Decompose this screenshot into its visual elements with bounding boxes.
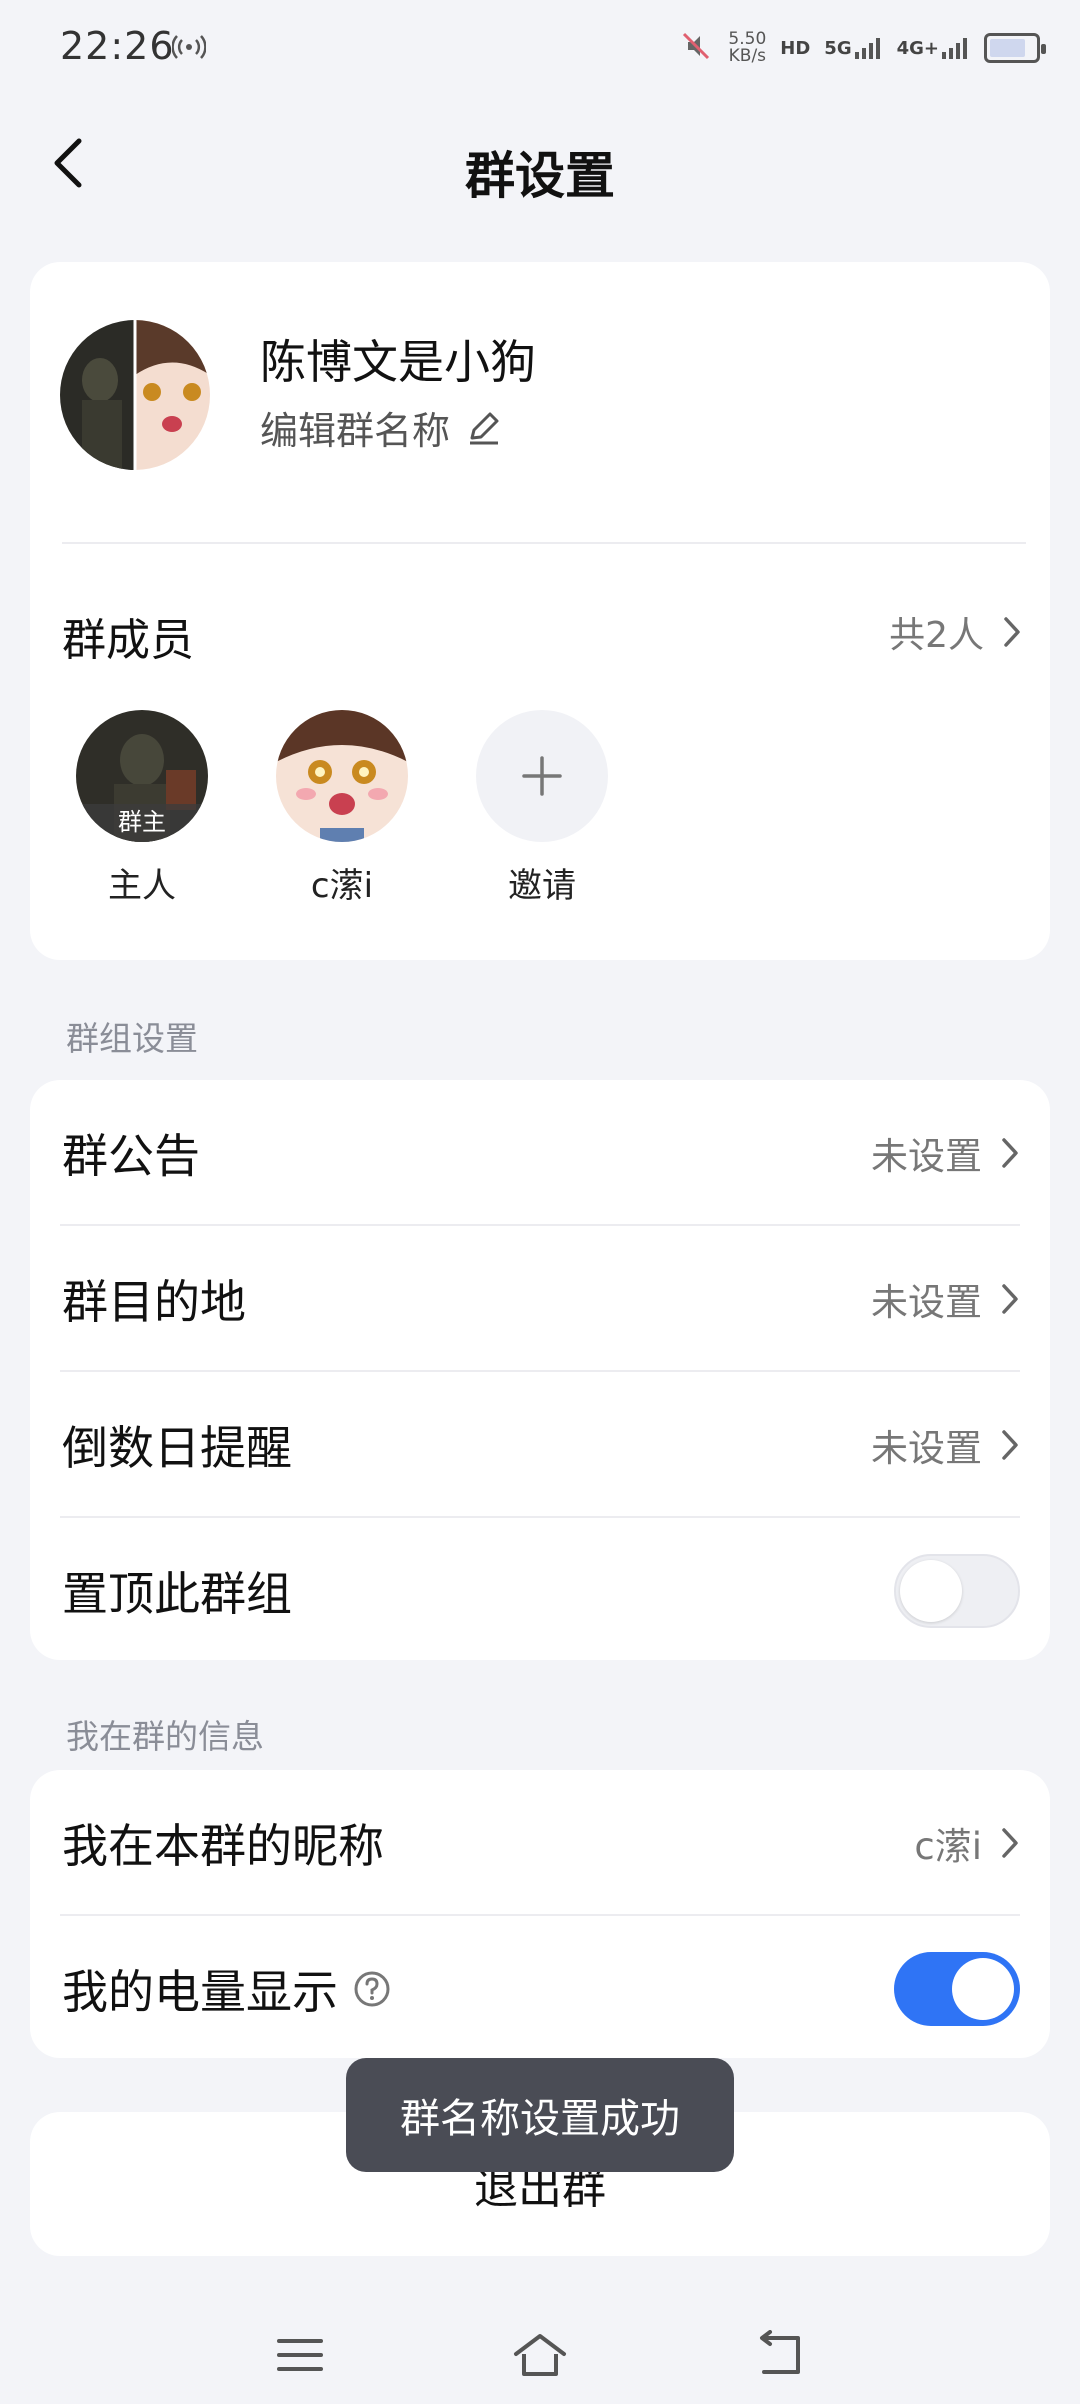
- battery-display-row: 我的电量显示: [62, 1916, 1020, 2062]
- chevron-right-icon: [1002, 1430, 1018, 1460]
- member-name: c潆i: [310, 866, 374, 906]
- row-label: 群公告: [62, 1129, 200, 1183]
- nickname-row[interactable]: 我在本群的昵称 c潆i: [62, 1770, 1020, 1916]
- home-button[interactable]: [505, 2320, 575, 2390]
- row-label: 我的电量显示: [62, 1965, 338, 2019]
- pencil-icon: [470, 412, 499, 444]
- system-nav-bar: [0, 2300, 1080, 2404]
- battery-display-toggle[interactable]: [894, 1952, 1020, 2026]
- row-value: 未设置: [871, 1135, 982, 1178]
- network-speed: 5.50 KB/s: [728, 29, 767, 66]
- pin-group-row: 置顶此群组: [62, 1518, 1020, 1664]
- back-nav-button[interactable]: [745, 2320, 815, 2390]
- owner-badge: 群主: [76, 804, 208, 842]
- status-icons: 5.50 KB/s HD 5G 4G+: [678, 26, 1046, 70]
- member-item[interactable]: 群主 主人: [72, 710, 212, 907]
- row-value-group: 未设置: [871, 1418, 1020, 1472]
- row-label-group: 我的电量显示: [62, 1956, 392, 2022]
- member-avatar: 群主: [76, 710, 208, 842]
- row-label: 置顶此群组: [62, 1567, 292, 1621]
- member-item[interactable]: c潆i: [272, 710, 412, 907]
- chevron-right-icon: [1002, 1828, 1018, 1858]
- edit-group-name-button[interactable]: 编辑群名称: [260, 400, 504, 455]
- hotspot-icon: [171, 32, 207, 62]
- my-info-card: 我在本群的昵称 c潆i 我的电量显示: [30, 1770, 1050, 2058]
- group-avatar[interactable]: [60, 320, 210, 470]
- members-count-link[interactable]: 共2人: [889, 606, 1022, 658]
- help-icon[interactable]: [352, 1969, 392, 2009]
- group-settings-card: 群公告 未设置 群目的地 未设置 倒数日提醒 未设置 置顶此群组: [30, 1080, 1050, 1660]
- signal-5g-icon: 5G: [824, 37, 882, 59]
- destination-row[interactable]: 群目的地 未设置: [62, 1226, 1020, 1372]
- chevron-right-icon: [1002, 1284, 1018, 1314]
- members-count: 共2人: [889, 615, 984, 656]
- group-name: 陈博文是小狗: [260, 335, 536, 389]
- invite-member-button[interactable]: 邀请: [472, 710, 612, 907]
- my-info-section-label: 我在群的信息: [66, 1717, 264, 1756]
- row-value-group: c潆i: [914, 1816, 1020, 1870]
- return-icon: [760, 2330, 800, 2374]
- row-value-group: 未设置: [871, 1272, 1020, 1326]
- row-value-group: 未设置: [871, 1126, 1020, 1180]
- row-label: 群目的地: [62, 1275, 246, 1329]
- status-time: 22:26: [60, 24, 175, 68]
- members-title: 群成员: [62, 615, 194, 666]
- menu-icon: [277, 2339, 323, 2371]
- toast-message: 群名称设置成功: [346, 2058, 734, 2172]
- home-icon: [514, 2334, 566, 2376]
- row-value: c潆i: [914, 1825, 982, 1868]
- edit-group-name-label: 编辑群名称: [260, 409, 451, 453]
- member-name: 主人: [108, 866, 176, 906]
- member-avatar: [276, 710, 408, 842]
- page-title: 群设置: [465, 147, 615, 205]
- plus-icon: [522, 756, 562, 796]
- row-value: 未设置: [871, 1281, 982, 1324]
- mute-icon: [678, 28, 714, 68]
- chevron-right-icon: [1002, 1138, 1018, 1168]
- battery-icon: [984, 33, 1046, 63]
- invite-label: 邀请: [508, 866, 576, 906]
- signal-4g-icon: 4G+: [897, 37, 970, 59]
- group-settings-section-label: 群组设置: [66, 1019, 198, 1058]
- invite-circle: [476, 710, 608, 842]
- group-info-card: 陈博文是小狗 编辑群名称 群成员 共2人 群主 主人 c潆i 邀请: [30, 262, 1050, 960]
- chevron-right-icon: [1004, 617, 1020, 647]
- row-value: 未设置: [871, 1427, 982, 1470]
- divider: [62, 542, 1026, 544]
- announcement-row[interactable]: 群公告 未设置: [62, 1080, 1020, 1226]
- row-label: 倒数日提醒: [62, 1421, 292, 1475]
- app-header: 群设置: [0, 110, 1080, 220]
- pin-group-toggle[interactable]: [894, 1554, 1020, 1628]
- menu-button[interactable]: [265, 2320, 335, 2390]
- row-label: 我在本群的昵称: [62, 1819, 384, 1873]
- countdown-reminder-row[interactable]: 倒数日提醒 未设置: [62, 1372, 1020, 1518]
- status-bar: 22:26 5.50 KB/s HD 5G 4G+: [0, 0, 1080, 96]
- hd-icon: HD: [780, 37, 811, 59]
